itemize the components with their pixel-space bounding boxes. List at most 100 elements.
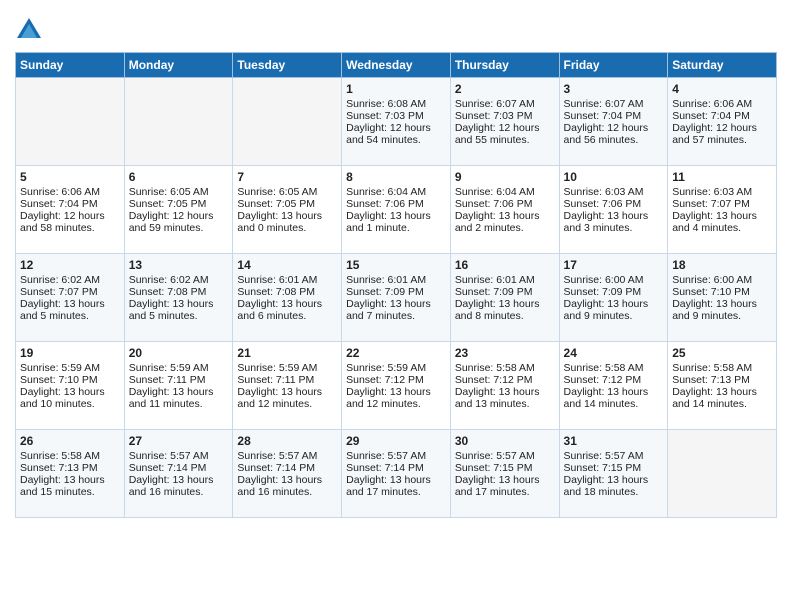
sunrise: Sunrise: 6:04 AM xyxy=(346,186,426,198)
day-number: 4 xyxy=(672,82,772,96)
daylight: Daylight: 13 hours and 16 minutes. xyxy=(237,474,322,498)
daylight: Daylight: 12 hours and 56 minutes. xyxy=(564,122,649,146)
daylight: Daylight: 13 hours and 17 minutes. xyxy=(346,474,431,498)
sunrise: Sunrise: 5:57 AM xyxy=(564,450,644,462)
calendar-cell: 3Sunrise: 6:07 AMSunset: 7:04 PMDaylight… xyxy=(559,78,668,166)
daylight: Daylight: 13 hours and 15 minutes. xyxy=(20,474,105,498)
sunset: Sunset: 7:10 PM xyxy=(20,374,98,386)
calendar-week-1: 1Sunrise: 6:08 AMSunset: 7:03 PMDaylight… xyxy=(16,78,777,166)
calendar-week-3: 12Sunrise: 6:02 AMSunset: 7:07 PMDayligh… xyxy=(16,254,777,342)
day-number: 1 xyxy=(346,82,446,96)
calendar-cell: 15Sunrise: 6:01 AMSunset: 7:09 PMDayligh… xyxy=(342,254,451,342)
sunset: Sunset: 7:07 PM xyxy=(20,286,98,298)
day-number: 26 xyxy=(20,434,120,448)
column-header-sunday: Sunday xyxy=(16,53,125,78)
daylight: Daylight: 13 hours and 13 minutes. xyxy=(455,386,540,410)
calendar-cell: 4 Sunrise: 6:06 AMSunset: 7:04 PMDaylight… xyxy=(668,78,777,166)
sunset: Sunset: 7:11 PM xyxy=(237,374,314,386)
daylight: Daylight: 13 hours and 6 minutes. xyxy=(237,298,322,322)
daylight: Daylight: 13 hours and 14 minutes. xyxy=(564,386,649,410)
sunset: Sunset: 7:12 PM xyxy=(346,374,424,386)
sunrise: Sunrise: 5:57 AM xyxy=(129,450,209,462)
daylight: Daylight: 12 hours and 58 minutes. xyxy=(20,210,105,234)
calendar-cell: 11Sunrise: 6:03 AMSunset: 7:07 PMDayligh… xyxy=(668,166,777,254)
day-number: 21 xyxy=(237,346,337,360)
sunrise: Sunrise: 5:59 AM xyxy=(129,362,209,374)
sunset: Sunset: 7:03 PM xyxy=(455,110,533,122)
calendar-week-2: 5Sunrise: 6:06 AMSunset: 7:04 PMDaylight… xyxy=(16,166,777,254)
day-number: 5 xyxy=(20,170,120,184)
sunrise: Sunrise: 6:01 AM xyxy=(346,274,426,286)
sunset: Sunset: 7:09 PM xyxy=(455,286,533,298)
daylight: Daylight: 13 hours and 8 minutes. xyxy=(455,298,540,322)
day-number: 18 xyxy=(672,258,772,272)
sunrise: Sunrise: 6:06 AM xyxy=(20,186,100,198)
sunset: Sunset: 7:03 PM xyxy=(346,110,424,122)
sunrise: Sunrise: 5:58 AM xyxy=(564,362,644,374)
sunset: Sunset: 7:04 PM xyxy=(672,110,750,122)
day-number: 3 xyxy=(564,82,664,96)
calendar-cell: 7Sunrise: 6:05 AMSunset: 7:05 PMDaylight… xyxy=(233,166,342,254)
sunrise: Sunrise: 6:01 AM xyxy=(455,274,535,286)
calendar-cell: 20Sunrise: 5:59 AMSunset: 7:11 PMDayligh… xyxy=(124,342,233,430)
calendar-cell xyxy=(668,430,777,518)
calendar-cell: 25Sunrise: 5:58 AMSunset: 7:13 PMDayligh… xyxy=(668,342,777,430)
calendar-cell: 13Sunrise: 6:02 AMSunset: 7:08 PMDayligh… xyxy=(124,254,233,342)
sunset: Sunset: 7:11 PM xyxy=(129,374,206,386)
daylight: Daylight: 12 hours and 54 minutes. xyxy=(346,122,431,146)
sunset: Sunset: 7:04 PM xyxy=(564,110,642,122)
calendar-cell: 24 Sunrise: 5:58 AMSunset: 7:12 PMDayligh… xyxy=(559,342,668,430)
sunrise: Sunrise: 5:59 AM xyxy=(346,362,426,374)
sunrise: Sunrise: 6:08 AM xyxy=(346,98,426,110)
daylight: Daylight: 13 hours and 1 minute. xyxy=(346,210,431,234)
sunrise: Sunrise: 6:06 AM xyxy=(672,98,752,110)
sunset: Sunset: 7:10 PM xyxy=(672,286,750,298)
day-number: 15 xyxy=(346,258,446,272)
calendar-week-4: 19 Sunrise: 5:59 AM Sunset: 7:10 PM Dayligh… xyxy=(16,342,777,430)
daylight: Daylight: 13 hours and 3 minutes. xyxy=(564,210,649,234)
daylight: Daylight: 12 hours and 57 minutes. xyxy=(672,122,757,146)
day-number: 6 xyxy=(129,170,229,184)
sunset: Sunset: 7:15 PM xyxy=(455,462,533,474)
sunrise: Sunrise: 6:05 AM xyxy=(237,186,317,198)
day-number: 31 xyxy=(564,434,664,448)
sunset: Sunset: 7:12 PM xyxy=(564,374,642,386)
daylight: Daylight: 13 hours and 16 minutes. xyxy=(129,474,214,498)
day-number: 19 xyxy=(20,346,120,360)
day-number: 25 xyxy=(672,346,772,360)
day-number: 22 xyxy=(346,346,446,360)
daylight: Daylight: 13 hours and 9 minutes. xyxy=(672,298,757,322)
daylight: Daylight: 12 hours and 59 minutes. xyxy=(129,210,214,234)
sunrise: Sunrise: 6:00 AM xyxy=(564,274,644,286)
daylight: Daylight: 13 hours and 18 minutes. xyxy=(564,474,649,498)
logo xyxy=(15,16,47,44)
sunset: Sunset: 7:13 PM xyxy=(672,374,750,386)
daylight: Daylight: 13 hours and 5 minutes. xyxy=(129,298,214,322)
column-header-thursday: Thursday xyxy=(450,53,559,78)
day-number: 27 xyxy=(129,434,229,448)
sunrise: Sunrise: 5:59 AM xyxy=(237,362,317,374)
calendar-cell: 31 Sunrise: 5:57 AMSunset: 7:15 PMDayligh… xyxy=(559,430,668,518)
calendar-cell: 1 Sunrise: 6:08 AMSunset: 7:03 PMDaylight… xyxy=(342,78,451,166)
day-number: 2 xyxy=(455,82,555,96)
sunrise: Sunrise: 6:00 AM xyxy=(672,274,752,286)
day-number: 10 xyxy=(564,170,664,184)
day-number: 28 xyxy=(237,434,337,448)
sunset: Sunset: 7:14 PM xyxy=(346,462,424,474)
column-header-monday: Monday xyxy=(124,53,233,78)
sunrise: Sunrise: 6:05 AM xyxy=(129,186,209,198)
calendar-cell: 26Sunrise: 5:58 AMSunset: 7:13 PMDayligh… xyxy=(16,430,125,518)
day-number: 7 xyxy=(237,170,337,184)
daylight: Daylight: 13 hours and 2 minutes. xyxy=(455,210,540,234)
calendar-cell: 29Sunrise: 5:57 AMSunset: 7:14 PMDayligh… xyxy=(342,430,451,518)
day-number: 24 xyxy=(564,346,664,360)
calendar-cell: 18 Sunrise: 6:00 AMSunset: 7:10 PMDayligh… xyxy=(668,254,777,342)
sunset: Sunset: 7:15 PM xyxy=(564,462,642,474)
calendar-cell: 6Sunrise: 6:05 AMSunset: 7:05 PMDaylight… xyxy=(124,166,233,254)
day-number: 20 xyxy=(129,346,229,360)
sunset: Sunset: 7:14 PM xyxy=(237,462,315,474)
calendar-week-5: 26Sunrise: 5:58 AMSunset: 7:13 PMDayligh… xyxy=(16,430,777,518)
calendar-table: SundayMondayTuesdayWednesdayThursdayFrid… xyxy=(15,52,777,518)
daylight: Daylight: 13 hours and 14 minutes. xyxy=(672,386,757,410)
sunset: Sunset: 7:09 PM xyxy=(346,286,424,298)
